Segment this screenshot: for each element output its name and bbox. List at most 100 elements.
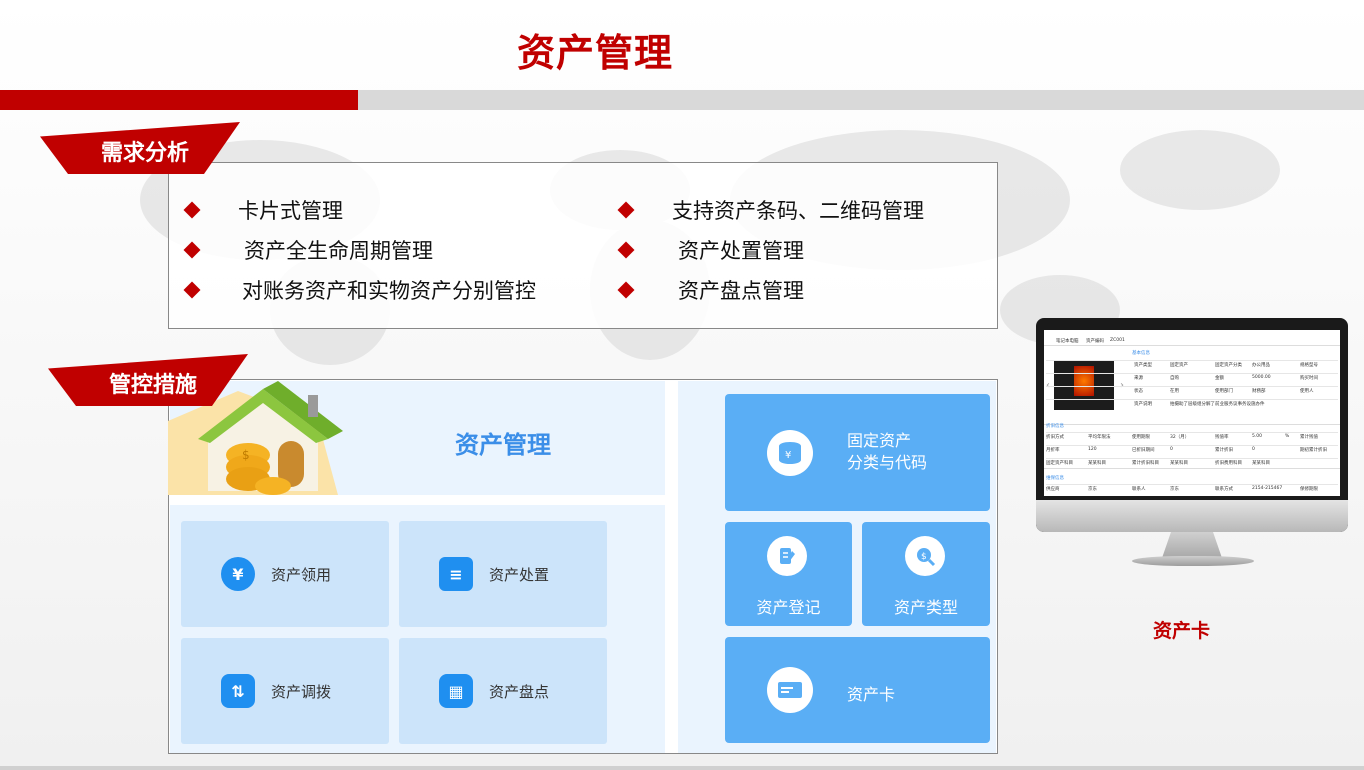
document-clock-icon: ≡ (439, 557, 473, 591)
hand-coin-icon: ¥ (221, 557, 255, 591)
diamond-bullet-icon (617, 281, 635, 299)
screen-section-basic: 基本信息 (1132, 351, 1150, 356)
tile-label: 资产处置 (489, 565, 550, 584)
screen-section-depreciation: 折旧信息 (1046, 424, 1064, 429)
screen-code-label: 资产编码 (1086, 339, 1104, 344)
requirement-item: 资产盘点管理 (617, 275, 804, 305)
screen-cell: 32（月） (1170, 435, 1190, 440)
requirement-text: 资产处置管理 (678, 239, 804, 263)
requirement-item: 资产全生命周期管理 (183, 235, 433, 265)
screen-cell: 使用期限 (1132, 435, 1150, 440)
tile-asset-requisition[interactable]: ¥ 资产领用 (181, 521, 389, 627)
screen-asset-name: 笔记本电脑 (1056, 339, 1079, 344)
screen-row-divider (1046, 445, 1338, 446)
screen-cell: 使用部门 (1215, 389, 1233, 394)
screen-code: ZC001 (1110, 338, 1125, 343)
requirement-text: 对账务资产和实物资产分别管控 (242, 279, 536, 303)
screen-cell: 已折旧期间 (1132, 448, 1155, 453)
screen-cell: 期初累计折旧 (1300, 448, 1327, 453)
screen-cell: 京东 (1170, 487, 1179, 492)
tile-asset-transfer[interactable]: ⇅ 资产调拨 (181, 638, 389, 744)
screen-cell: 金额 (1215, 376, 1224, 381)
tile-asset-inventory[interactable]: ▦ 资产盘点 (399, 638, 607, 744)
requirement-text: 支持资产条码、二维码管理 (672, 199, 924, 223)
screen-cell: 平均年限法 (1088, 435, 1111, 440)
tile-label: 资产类型 (893, 598, 958, 617)
screen-cell: 120 (1088, 447, 1097, 452)
screen-cell: 财務部 (1252, 389, 1266, 394)
screen-row-divider (1046, 386, 1338, 387)
svg-text:$: $ (921, 552, 927, 562)
tile-label: 资产调拨 (271, 682, 332, 701)
monitor-screen: ‹ › (1044, 330, 1340, 496)
screen-cell: 使用人 (1300, 389, 1314, 394)
page-title: 资产管理 (516, 31, 673, 75)
coin-stack-icon: ¥ (767, 430, 813, 476)
screen-cell: 累计折旧 (1215, 448, 1233, 453)
screen-cell: 资产类型 (1134, 363, 1152, 368)
diamond-bullet-icon (183, 201, 201, 219)
screen-cell: 来源 (1134, 376, 1143, 381)
tile-label: 资产登记 (756, 598, 821, 617)
screen-cell: 办公用品 (1252, 363, 1270, 368)
requirement-item: 支持资产条码、二维码管理 (617, 195, 924, 225)
screen-cell: 资产说明 (1134, 402, 1152, 407)
module-title: 资产管理 (455, 431, 551, 459)
requirement-text: 资产全生命周期管理 (244, 239, 433, 263)
tile-asset-type[interactable]: $ 资产类型 (862, 522, 990, 626)
tile-label: 资产领用 (271, 565, 332, 584)
screen-cell: 联系方式 (1215, 487, 1233, 492)
screen-cell: 在用 (1170, 389, 1179, 394)
tile-fixed-asset-classification[interactable]: ¥ 固定资产 分类与代码 (725, 394, 990, 511)
screen-cell: 拍摄助了层级组分解了前业服务议事务设施办件 (1170, 402, 1265, 407)
diamond-bullet-icon (183, 241, 201, 259)
screen-cell: 折旧方式 (1046, 435, 1064, 440)
requirement-item: 卡片式管理 (183, 195, 343, 225)
footer-line (0, 766, 1364, 770)
header-bar-grey (358, 90, 1364, 110)
monitor-base (1132, 556, 1254, 566)
monitor-chin (1036, 500, 1348, 532)
tile-asset-card[interactable]: 资产卡 (725, 637, 990, 743)
screen-row-divider (1046, 360, 1338, 361)
tile-label-line2: 分类与代码 (847, 453, 928, 472)
screen-cell: 0 (1252, 447, 1255, 452)
tile-asset-register[interactable]: 资产登记 (725, 522, 852, 626)
screen-row-divider (1046, 373, 1338, 374)
requirement-item: 资产处置管理 (617, 235, 804, 265)
diamond-bullet-icon (617, 241, 635, 259)
screen-cell: 自购 (1170, 376, 1179, 381)
screen-cell: 保修期限 (1300, 487, 1318, 492)
card-icon (767, 667, 813, 713)
screen-cell: 某某科目 (1088, 461, 1106, 466)
screen-cell: 固定资产科目 (1046, 461, 1073, 466)
screen-cell: 折旧费用科目 (1215, 461, 1242, 466)
screen-section-vendor: 维保信息 (1046, 476, 1064, 481)
screen-cell: 5.00 (1252, 434, 1263, 439)
screen-cell: 某某科目 (1170, 461, 1188, 466)
screen-cell: 残值率 (1215, 435, 1229, 440)
tile-label: 资产卡 (847, 685, 896, 704)
screen-cell: % (1285, 434, 1290, 439)
screen-cell: 京东 (1088, 487, 1097, 492)
screen-cell: 规格型号 (1300, 363, 1318, 368)
laptop-image (1054, 360, 1114, 410)
screen-cell: 累计折旧科目 (1132, 461, 1159, 466)
screen-cell: 0 (1170, 447, 1173, 452)
tile-asset-disposal[interactable]: ≡ 资产处置 (399, 521, 607, 627)
screen-row-divider (1046, 458, 1338, 459)
screen-cell: 固定资产 (1170, 363, 1188, 368)
search-coin-icon: $ (905, 536, 945, 576)
diamond-bullet-icon (617, 201, 635, 219)
svg-text:$: $ (242, 448, 250, 462)
tile-label-line1: 固定资产 (847, 431, 912, 450)
notebook-pen-icon (767, 536, 807, 576)
diamond-bullet-icon (183, 281, 201, 299)
screen-cell: 联系人 (1132, 487, 1146, 492)
requirement-text: 资产盘点管理 (678, 279, 804, 303)
screen-cell: 固定资产分类 (1215, 363, 1242, 368)
screen-cell: 月折率 (1046, 448, 1060, 453)
monitor-label: 资产卡 (1153, 620, 1211, 642)
screen-row-divider (1046, 399, 1338, 400)
screen-cell: 5000.00 (1252, 375, 1271, 380)
